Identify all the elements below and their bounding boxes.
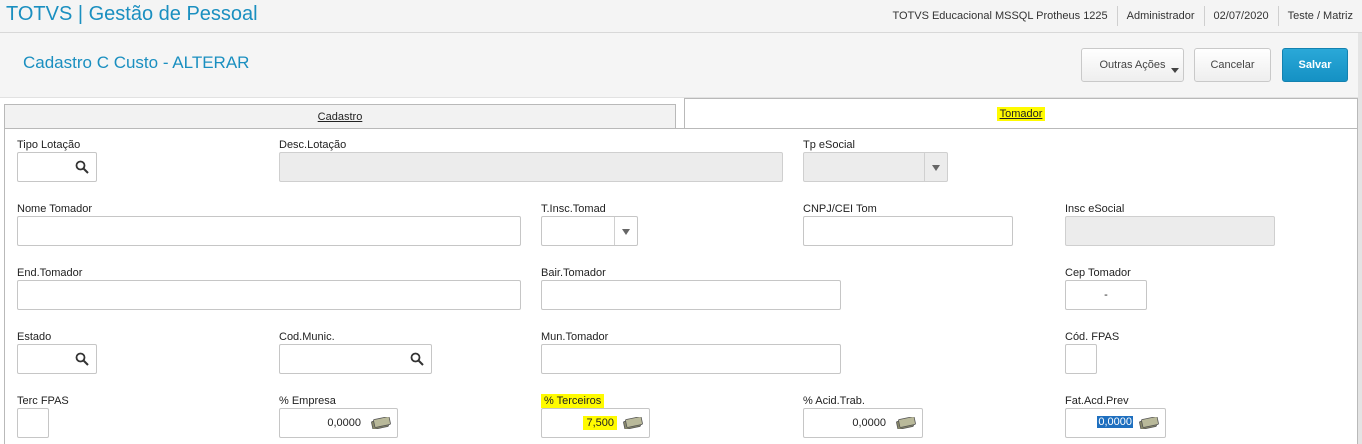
pct-empresa-value: 0,0000 <box>327 417 361 429</box>
tipo-lotacao-label: Tipo Lotação <box>17 139 81 151</box>
tab-tomador-label: Tomador <box>996 106 1046 121</box>
desc-lotacao-label: Desc.Lotação <box>279 139 347 151</box>
cancel-label: Cancelar <box>1210 59 1255 71</box>
terc-fpas-label: Terc FPAS <box>17 395 69 407</box>
pct-terceiros-value: 7,500 <box>583 416 617 430</box>
nome-tomador-label: Nome Tomador <box>17 203 92 215</box>
chevron-down-icon[interactable] <box>614 217 637 245</box>
tipo-lotacao-input[interactable] <box>17 152 97 182</box>
tab-cadastro[interactable]: Cadastro <box>4 104 676 128</box>
mun-tomador-input[interactable] <box>541 344 841 374</box>
tp-esocial-label: Tp eSocial <box>803 139 855 151</box>
terc-fpas-input[interactable] <box>17 408 49 438</box>
end-tomador-input[interactable] <box>17 280 521 310</box>
page-title: Cadastro C Custo - ALTERAR <box>23 53 250 72</box>
pct-terceiros-input[interactable]: 7,500 <box>541 408 650 438</box>
chevron-down-icon[interactable] <box>924 153 947 181</box>
pct-acid-trab-input[interactable]: 0,0000 <box>803 408 923 438</box>
bair-tomador-input[interactable] <box>541 280 841 310</box>
tab-cadastro-label: Cadastro <box>317 110 363 123</box>
t-insc-tomad-label: T.Insc.Tomad <box>541 203 606 215</box>
fat-acd-prev-value: 0,0000 <box>1097 416 1133 428</box>
cod-fpas-input[interactable] <box>1065 344 1097 374</box>
estado-label: Estado <box>17 331 52 343</box>
money-icon <box>1139 417 1159 429</box>
other-actions-label: Outras Ações <box>1099 59 1166 71</box>
money-icon <box>371 417 391 429</box>
cancel-button[interactable]: Cancelar <box>1194 48 1271 82</box>
bair-tomador-label: Bair.Tomador <box>541 267 606 279</box>
tp-esocial-select[interactable] <box>803 152 948 182</box>
cep-tomador-label: Cep Tomador <box>1065 267 1131 279</box>
page-header: Cadastro C Custo - ALTERAR Outras Ações … <box>0 33 1358 98</box>
estado-input[interactable] <box>17 344 97 374</box>
end-tomador-label: End.Tomador <box>17 267 83 279</box>
desc-lotacao-input <box>279 152 783 182</box>
cod-munic-label: Cod.Munic. <box>279 331 335 343</box>
cnpj-cei-tom-label: CNPJ/CEI Tom <box>803 203 877 215</box>
cep-tomador-value: - <box>1104 289 1108 301</box>
cep-tomador-input[interactable]: - <box>1065 280 1147 310</box>
search-icon[interactable] <box>410 352 424 366</box>
user-label[interactable]: Administrador <box>1116 6 1204 26</box>
insc-esocial-input <box>1065 216 1275 246</box>
cod-munic-input[interactable] <box>279 344 432 374</box>
fat-acd-prev-label: Fat.Acd.Prev <box>1065 395 1129 407</box>
save-label: Salvar <box>1298 59 1332 71</box>
pct-terceiros-label: % Terceiros <box>541 394 605 408</box>
tab-tomador[interactable]: Tomador <box>684 98 1358 128</box>
cod-fpas-label: Cód. FPAS <box>1065 331 1120 343</box>
search-icon[interactable] <box>75 352 89 366</box>
money-icon <box>896 417 916 429</box>
search-icon[interactable] <box>75 160 89 174</box>
save-button[interactable]: Salvar <box>1282 48 1348 82</box>
other-actions-button[interactable]: Outras Ações <box>1081 48 1184 82</box>
top-bar: TOTVS | Gestão de Pessoal TOTVS Educacio… <box>0 0 1362 33</box>
insc-esocial-label: Insc eSocial <box>1065 203 1125 215</box>
mun-tomador-label: Mun.Tomador <box>541 331 609 343</box>
pct-terceiros-label-text: % Terceiros <box>541 394 605 408</box>
t-insc-tomad-select[interactable] <box>541 216 638 246</box>
cnpj-cei-tom-input[interactable] <box>803 216 1013 246</box>
chevron-down-icon <box>1171 68 1179 73</box>
pct-empresa-input[interactable]: 0,0000 <box>279 408 398 438</box>
date-label: 02/07/2020 <box>1203 6 1278 26</box>
fat-acd-prev-input[interactable]: 0,0000 <box>1065 408 1166 438</box>
app-title: TOTVS | Gestão de Pessoal <box>6 3 258 25</box>
pct-acid-trab-label: % Acid.Trab. <box>803 395 865 407</box>
environment-label: TOTVS Educacional MSSQL Protheus 1225 <box>892 10 1108 22</box>
money-icon <box>623 417 643 429</box>
scrollbar[interactable] <box>1358 33 1362 444</box>
nome-tomador-input[interactable] <box>17 216 521 246</box>
pct-empresa-label: % Empresa <box>279 395 336 407</box>
pct-acid-trab-value: 0,0000 <box>852 417 886 429</box>
session-info: TOTVS Educacional MSSQL Protheus 1225 Ad… <box>883 0 1362 32</box>
branch-label[interactable]: Teste / Matriz <box>1277 6 1362 26</box>
